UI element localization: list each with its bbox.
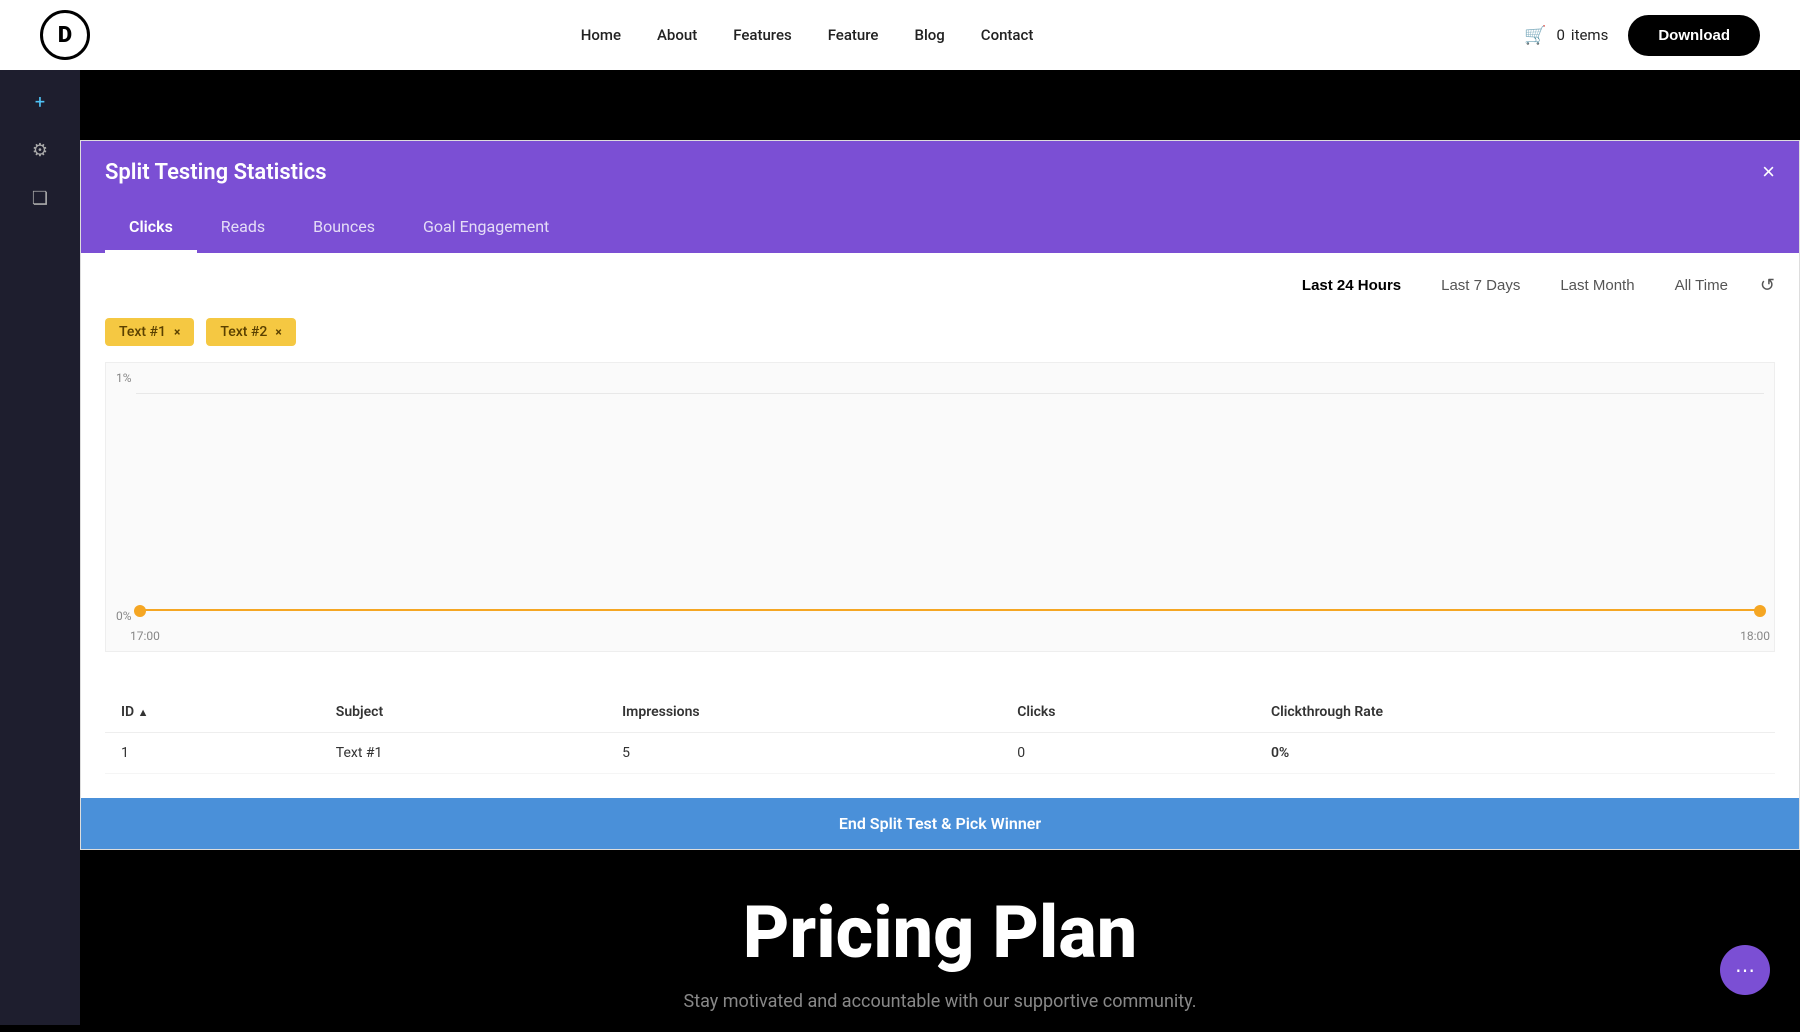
col-id[interactable]: ID [105, 692, 320, 733]
filter-tag-text1[interactable]: Text #1 × [105, 318, 194, 346]
time-alltime-button[interactable]: All Time [1667, 273, 1736, 298]
cell-impressions: 5 [606, 733, 1001, 774]
tab-goal-engagement[interactable]: Goal Engagement [399, 203, 573, 253]
float-menu-button[interactable]: ⋯ [1720, 945, 1770, 995]
panel-content: Last 24 Hours Last 7 Days Last Month All… [81, 253, 1799, 798]
chart-x-left-label: 17:00 [130, 629, 160, 643]
chart-y-bottom-label: 0% [116, 609, 132, 623]
chart-line [136, 609, 1764, 611]
cart-widget[interactable]: 🛒 0 items [1524, 25, 1608, 46]
navbar-actions: 🛒 0 items Download [1524, 15, 1760, 56]
cell-id: 1 [105, 733, 320, 774]
float-menu-icon: ⋯ [1735, 958, 1755, 982]
chart-x-right-label: 18:00 [1740, 629, 1770, 643]
cart-label: items [1571, 26, 1608, 44]
data-table: ID Subject Impressions Clicks Clickthrou… [105, 692, 1775, 774]
left-sidebar: + ⚙ ❏ [0, 70, 80, 1025]
time-range-selector: Last 24 Hours Last 7 Days Last Month All… [105, 253, 1775, 308]
col-subject: Subject [320, 692, 606, 733]
cell-subject: Text #1 [320, 733, 606, 774]
col-clicks: Clicks [1001, 692, 1255, 733]
end-split-button[interactable]: End Split Test & Pick Winner [81, 798, 1799, 849]
logo: D [40, 10, 90, 60]
time-24h-button[interactable]: Last 24 Hours [1294, 273, 1409, 298]
tab-bounces[interactable]: Bounces [289, 203, 399, 253]
chart-dot-right [1754, 605, 1766, 617]
refresh-icon[interactable]: ↺ [1760, 275, 1775, 296]
tab-reads[interactable]: Reads [197, 203, 289, 253]
time-month-button[interactable]: Last Month [1552, 273, 1642, 298]
cell-clickthrough-rate: 0% [1255, 733, 1775, 774]
logo-circle: D [40, 10, 90, 60]
modal-panel: Split Testing Statistics × Clicks Reads … [80, 140, 1800, 850]
filter-tag-text2[interactable]: Text #2 × [206, 318, 295, 346]
col-impressions: Impressions [606, 692, 1001, 733]
chart-y-top-label: 1% [116, 371, 132, 385]
sort-asc-icon [138, 704, 149, 720]
chart-top-gridline [136, 393, 1764, 394]
nav-blog[interactable]: Blog [914, 26, 944, 44]
time-7d-button[interactable]: Last 7 Days [1433, 273, 1528, 298]
navbar: D Home About Features Feature Blog Conta… [0, 0, 1800, 70]
cart-icon: 🛒 [1524, 25, 1546, 46]
modal-title: Split Testing Statistics [105, 160, 327, 185]
main-content: Split Testing Statistics × Clicks Reads … [80, 140, 1800, 1032]
layers-icon[interactable]: ❏ [24, 182, 56, 214]
nav-feature[interactable]: Feature [828, 26, 879, 44]
table-header-row: ID Subject Impressions Clicks Clickthrou… [105, 692, 1775, 733]
download-button[interactable]: Download [1628, 15, 1760, 56]
filter-tags: Text #1 × Text #2 × [105, 318, 1775, 346]
table-row: 1 Text #1 5 0 0% [105, 733, 1775, 774]
pricing-subtitle: Stay motivated and accountable with our … [100, 991, 1780, 1012]
bottom-section: Pricing Plan Stay motivated and accounta… [80, 850, 1800, 1032]
nav-features[interactable]: Features [733, 26, 791, 44]
modal-close-button[interactable]: × [1762, 159, 1775, 185]
chart-dot-left [134, 605, 146, 617]
cart-count: 0 [1556, 26, 1564, 44]
filter-tag-text1-close[interactable]: × [174, 325, 180, 339]
nav-links: Home About Features Feature Blog Contact [581, 26, 1034, 44]
settings-icon[interactable]: ⚙ [24, 134, 56, 166]
tab-clicks[interactable]: Clicks [105, 203, 197, 253]
filter-tag-text2-close[interactable]: × [275, 325, 281, 339]
filter-tag-text1-label: Text #1 [119, 324, 166, 340]
pricing-title: Pricing Plan [100, 890, 1780, 975]
nav-about[interactable]: About [657, 26, 697, 44]
nav-home[interactable]: Home [581, 26, 621, 44]
tabs-bar: Clicks Reads Bounces Goal Engagement [81, 203, 1799, 253]
col-clickthrough-rate: Clickthrough Rate [1255, 692, 1775, 733]
filter-tag-text2-label: Text #2 [220, 324, 267, 340]
modal-header: Split Testing Statistics × [81, 141, 1799, 203]
cell-clicks: 0 [1001, 733, 1255, 774]
chart-area: 1% 0% 17:00 18:00 [105, 362, 1775, 652]
nav-contact[interactable]: Contact [981, 26, 1034, 44]
plus-icon[interactable]: + [24, 86, 56, 118]
